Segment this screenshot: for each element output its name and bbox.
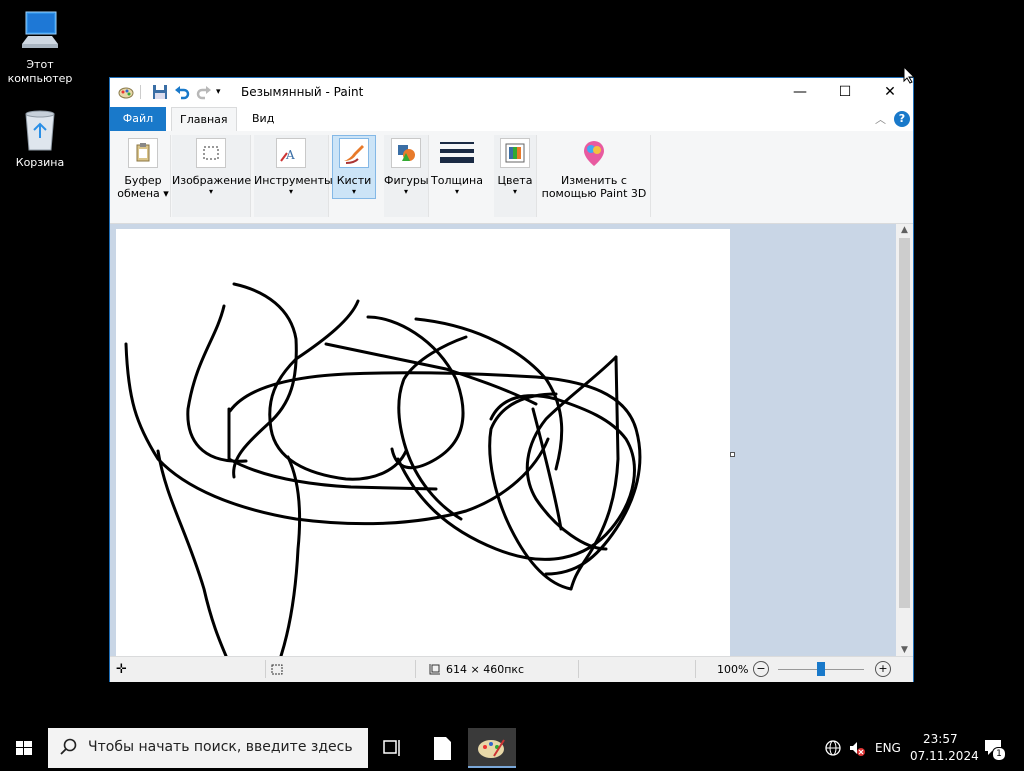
desktop-icon-label: Корзина (15, 156, 65, 169)
taskbar: Чтобы начать поиск, введите здесь ENG 23… (0, 728, 1024, 768)
computer-icon (18, 10, 62, 54)
collapse-ribbon-icon[interactable]: ︿ (875, 111, 886, 127)
desktop-icon-this-pc[interactable]: Этот компьютер (0, 10, 80, 86)
title-bar: ▾ Безымянный - Paint — ☐ ✕ (110, 78, 913, 107)
ribbon-group-label: Цвета (497, 174, 533, 187)
save-icon[interactable] (152, 84, 168, 100)
ribbon-group-image[interactable]: Изображение ▾ (172, 135, 251, 217)
scrollbar-thumb[interactable] (899, 238, 910, 608)
search-placeholder: Чтобы начать поиск, введите здесь (88, 739, 353, 755)
zoom-out-button[interactable]: − (753, 661, 769, 677)
chevron-down-icon: ▾ (351, 187, 356, 196)
network-icon[interactable] (824, 739, 842, 760)
ribbon-tabs: Файл Главная Вид ︿ ? (110, 107, 913, 132)
ribbon-group-label: помощью Paint 3D (541, 187, 647, 200)
ribbon-group-brushes[interactable]: Кисти ▾ (332, 135, 376, 217)
ribbon-group-label: Буфер (124, 174, 162, 187)
canvas-area (110, 224, 896, 656)
ribbon-group-tools[interactable]: A Инструменты ▾ (254, 135, 333, 217)
scribble-drawing (124, 282, 642, 656)
paint-window: ▾ Безымянный - Paint — ☐ ✕ Файл Главная … (109, 77, 914, 682)
tab-view[interactable]: Вид (244, 107, 282, 131)
search-icon (60, 738, 78, 759)
selection-size-icon (270, 662, 284, 678)
image-size-icon (427, 662, 441, 678)
undo-icon[interactable] (174, 84, 190, 100)
redo-icon[interactable] (196, 84, 212, 100)
ribbon-group-label: Фигуры (384, 174, 429, 187)
paint3d-icon (579, 138, 609, 168)
customize-quick-access-icon[interactable]: ▾ (216, 84, 232, 100)
notification-count-badge: 1 (992, 747, 1006, 761)
taskbar-file-explorer[interactable] (418, 728, 466, 768)
shapes-icon (391, 138, 421, 168)
zoom-level: 100% (717, 663, 749, 676)
ribbon-group-clipboard[interactable]: Буфер обмена ▾ (116, 135, 171, 217)
start-button[interactable] (0, 728, 48, 768)
desktop-icon-label: компьютер (7, 72, 73, 85)
clipboard-icon (128, 138, 158, 168)
image-size-text: 614 × 460пкс (446, 663, 525, 676)
notifications-button[interactable]: 1 (982, 737, 1006, 761)
clock-date[interactable]: 07.11.2024 (910, 749, 979, 763)
desktop-icon-label: Этот (26, 58, 54, 71)
ribbon-group-paint3d[interactable]: Изменить с помощью Paint 3D (538, 135, 651, 217)
resize-handle-right[interactable] (730, 452, 735, 457)
task-view-icon (383, 740, 400, 756)
tab-home[interactable]: Главная (171, 107, 237, 132)
zoom-in-button[interactable]: + (875, 661, 891, 677)
ribbon-group-label: Изменить с (561, 174, 627, 187)
tab-file[interactable]: Файл (110, 107, 166, 131)
chevron-down-icon: ▾ (454, 187, 459, 196)
colors-icon (500, 138, 530, 168)
desktop-icon-recycle-bin[interactable]: Корзина (0, 108, 80, 170)
paint-app-icon (478, 739, 505, 758)
document-icon (434, 737, 451, 760)
input-language[interactable]: ENG (875, 741, 901, 755)
ribbon-group-label: Инструменты (254, 174, 333, 187)
windows-logo-icon (16, 741, 32, 755)
scroll-up-icon[interactable]: ▲ (896, 225, 913, 235)
help-icon[interactable]: ? (894, 111, 910, 127)
ribbon-group-label: Изображение (172, 174, 252, 187)
ribbon-group-label: Толщина (431, 174, 483, 187)
chevron-down-icon: ▾ (403, 187, 408, 196)
tools-icon: A (276, 138, 306, 168)
recycle-bin-icon (18, 108, 62, 152)
status-bar: ✛ 614 × 460пкс 100% − + (110, 656, 913, 682)
ribbon-group-label: Кисти (336, 174, 372, 187)
ribbon-group-label: обмена ▾ (117, 187, 169, 200)
ribbon: Буфер обмена ▾ Изображение ▾ A Инструмен… (110, 131, 913, 224)
chevron-down-icon: ▾ (288, 187, 293, 196)
scroll-down-icon[interactable]: ▼ (896, 645, 913, 655)
ribbon-group-thickness[interactable]: Толщина ▾ (430, 135, 484, 217)
maximize-button[interactable]: ☐ (822, 78, 868, 107)
minimize-button[interactable]: — (777, 78, 823, 107)
volume-muted-icon[interactable] (848, 739, 866, 760)
select-icon (196, 138, 226, 168)
chevron-down-icon: ▾ (512, 187, 517, 196)
mouse-cursor (903, 66, 915, 84)
window-title: Безымянный - Paint (241, 85, 364, 99)
brush-icon (339, 138, 369, 168)
ribbon-group-colors[interactable]: Цвета ▾ (494, 135, 537, 217)
clock-time[interactable]: 23:57 (923, 732, 958, 746)
taskbar-search-box[interactable]: Чтобы начать поиск, введите здесь (48, 728, 368, 768)
cursor-position-icon: ✛ (116, 662, 127, 677)
vertical-scrollbar[interactable]: ▲ ▼ (896, 224, 913, 656)
thickness-icon (440, 138, 474, 168)
ribbon-group-shapes[interactable]: Фигуры ▾ (384, 135, 429, 217)
taskbar-paint[interactable] (468, 728, 516, 768)
task-view-button[interactable] (368, 728, 416, 768)
chevron-down-icon: ▾ (208, 187, 213, 196)
paint-app-icon[interactable] (118, 84, 134, 100)
zoom-slider-thumb[interactable] (817, 662, 825, 676)
drawing-canvas[interactable] (116, 229, 730, 656)
